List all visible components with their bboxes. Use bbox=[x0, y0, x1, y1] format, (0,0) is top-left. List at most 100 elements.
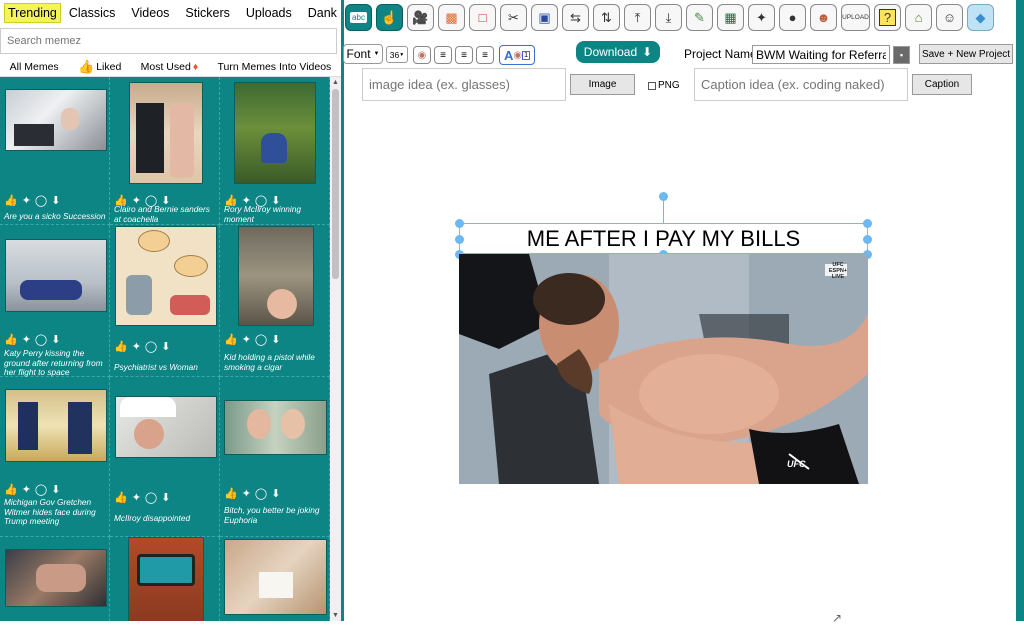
save-new-project-button[interactable]: Save + New Project bbox=[919, 44, 1013, 64]
bring-front-button[interactable]: ⤒ bbox=[624, 4, 651, 31]
character-button[interactable]: ☻ bbox=[810, 4, 837, 31]
like-icon[interactable]: 👍 bbox=[4, 333, 18, 346]
like-icon[interactable]: 👍 bbox=[224, 487, 238, 500]
idea-bulb-icon[interactable]: ◯ bbox=[255, 487, 267, 500]
meme-thumbnail[interactable] bbox=[238, 226, 314, 326]
meme-thumbnail[interactable] bbox=[224, 400, 327, 455]
meme-thumbnail[interactable] bbox=[224, 539, 327, 615]
liked-link[interactable]: 👍 Liked bbox=[78, 59, 121, 75]
tab-uploads[interactable]: Uploads bbox=[238, 4, 300, 22]
magic-wand-button[interactable]: ✦ bbox=[748, 4, 775, 31]
text-style-button[interactable]: A ◉ 1 bbox=[499, 45, 535, 65]
rotate-handle[interactable] bbox=[659, 192, 668, 201]
tab-dank-bank[interactable]: Dank Bank bbox=[300, 4, 341, 22]
meme-card[interactable] bbox=[110, 537, 220, 621]
meme-thumbnail[interactable] bbox=[5, 239, 107, 312]
all-memes-link[interactable]: All Memes bbox=[10, 61, 59, 73]
like-icon[interactable]: 👍 bbox=[4, 194, 18, 207]
meme-thumbnail[interactable] bbox=[115, 226, 217, 326]
font-size-select[interactable]: 36 ▼ bbox=[386, 46, 408, 63]
color-palette-button[interactable]: ◉ bbox=[413, 46, 431, 64]
video-button[interactable]: 🎥 bbox=[407, 4, 434, 31]
meme-card[interactable] bbox=[0, 537, 110, 621]
idea-bulb-icon[interactable]: ◯ bbox=[35, 333, 47, 346]
meme-thumbnail[interactable] bbox=[234, 82, 316, 184]
meme-thumbnail[interactable] bbox=[129, 82, 203, 184]
send-back-button[interactable]: ⤓ bbox=[655, 4, 682, 31]
resize-handle[interactable] bbox=[455, 235, 464, 244]
meme-thumbnail[interactable] bbox=[5, 89, 107, 151]
tab-trending[interactable]: Trending bbox=[4, 3, 61, 23]
idea-bulb-icon[interactable]: ◯ bbox=[145, 340, 157, 353]
meme-card[interactable]: 👍 ✦ ◯ ⬇ Kid holding a pistol while smoking … bbox=[220, 225, 330, 377]
most-used-link[interactable]: Most Used ♦ bbox=[141, 61, 199, 73]
library-scrollbar[interactable]: ▲ ▼ bbox=[330, 77, 341, 621]
image-idea-input[interactable] bbox=[362, 68, 566, 101]
select-tool-button[interactable]: ☝ bbox=[376, 4, 403, 31]
sparkle-icon[interactable]: ✦ bbox=[132, 491, 141, 504]
picture-frame-button[interactable]: ▦ bbox=[717, 4, 744, 31]
download-button[interactable]: Download ⬇ bbox=[576, 41, 660, 63]
resize-handle[interactable] bbox=[863, 219, 872, 228]
sparkle-icon[interactable]: ✦ bbox=[242, 333, 251, 346]
png-checkbox[interactable] bbox=[648, 81, 656, 90]
help-button[interactable]: ? bbox=[874, 4, 901, 31]
tab-classics[interactable]: Classics bbox=[61, 4, 124, 22]
align-right-button[interactable]: ≡ bbox=[476, 46, 494, 64]
download-icon[interactable]: ⬇ bbox=[51, 483, 60, 496]
meme-image[interactable]: UFC ESPN+ LIVE UFC bbox=[459, 254, 868, 484]
resize-handle[interactable] bbox=[455, 219, 464, 228]
tab-videos[interactable]: Videos bbox=[123, 4, 177, 22]
resize-handle[interactable] bbox=[863, 235, 872, 244]
turn-into-videos-link[interactable]: Turn Memes Into Videos bbox=[218, 61, 332, 73]
meme-card[interactable]: 👍 ✦ ◯ ⬇ Michigan Gov Gretchen Witmer hides … bbox=[0, 377, 110, 537]
scroll-up-icon[interactable]: ▲ bbox=[330, 79, 341, 86]
sparkle-icon[interactable]: ✦ bbox=[242, 487, 251, 500]
cutout-button[interactable]: ✂ bbox=[500, 4, 527, 31]
upload-button[interactable]: UPLOAD bbox=[841, 4, 870, 31]
crop-button[interactable]: □ bbox=[469, 4, 496, 31]
download-icon[interactable]: ⬇ bbox=[271, 487, 280, 500]
font-select[interactable]: Font ▼ bbox=[343, 44, 383, 64]
meme-card[interactable] bbox=[220, 537, 330, 621]
download-icon[interactable]: ⬇ bbox=[161, 340, 170, 353]
eraser-button[interactable]: ◆ bbox=[967, 4, 994, 31]
caption-idea-input[interactable] bbox=[694, 68, 908, 101]
save-button[interactable]: ▪ bbox=[893, 46, 910, 64]
meme-canvas[interactable]: ME AFTER I PAY MY BILLS UFC ESPN+ LIVE U… bbox=[455, 192, 872, 484]
home-button[interactable]: ⌂ bbox=[905, 4, 932, 31]
like-icon[interactable]: 👍 bbox=[224, 333, 238, 346]
align-center-button[interactable]: ≡ bbox=[455, 46, 473, 64]
align-left-button[interactable]: ≡ bbox=[434, 46, 452, 64]
meme-card[interactable]: 👍 ✦ ◯ ⬇ Rory McIlroy winning moment bbox=[220, 77, 330, 225]
frame-button[interactable]: ▣ bbox=[531, 4, 558, 31]
caption-generate-button[interactable]: Caption bbox=[912, 74, 972, 95]
meme-thumbnail[interactable] bbox=[5, 549, 107, 607]
like-icon[interactable]: 👍 bbox=[4, 483, 18, 496]
idea-bulb-icon[interactable]: ◯ bbox=[145, 491, 157, 504]
meme-card[interactable]: 👍 ✦ ◯ ⬇ McIlroy disappointed bbox=[110, 377, 220, 537]
image-generate-button[interactable]: Image bbox=[570, 74, 635, 95]
sparkle-icon[interactable]: ✦ bbox=[22, 483, 31, 496]
flip-vertical-button[interactable]: ⇅ bbox=[593, 4, 620, 31]
like-icon[interactable]: 👍 bbox=[114, 491, 128, 504]
download-icon[interactable]: ⬇ bbox=[271, 333, 280, 346]
meme-thumbnail[interactable] bbox=[128, 537, 204, 621]
flip-horizontal-button[interactable]: ⇆ bbox=[562, 4, 589, 31]
idea-bulb-icon[interactable]: ◯ bbox=[35, 194, 47, 207]
meme-card[interactable]: 👍 ✦ ◯ ⬇ Clairo and Bernie sanders at coache… bbox=[110, 77, 220, 225]
meme-thumbnail[interactable] bbox=[115, 396, 217, 458]
meme-card[interactable]: 👍 ✦ ◯ ⬇ Psychiatrist vs Woman bbox=[110, 225, 220, 377]
paint-button[interactable]: ✎ bbox=[686, 4, 713, 31]
sparkle-icon[interactable]: ✦ bbox=[132, 340, 141, 353]
search-input[interactable] bbox=[0, 28, 337, 54]
sticker-button[interactable]: ● bbox=[779, 4, 806, 31]
download-icon[interactable]: ⬇ bbox=[51, 333, 60, 346]
idea-bulb-icon[interactable]: ◯ bbox=[255, 333, 267, 346]
image-search-button[interactable]: ▩ bbox=[438, 4, 465, 31]
tab-stickers[interactable]: Stickers bbox=[177, 4, 237, 22]
add-text-button[interactable]: abc bbox=[345, 4, 372, 31]
download-icon[interactable]: ⬇ bbox=[51, 194, 60, 207]
scrollbar-thumb[interactable] bbox=[332, 89, 339, 279]
sparkle-icon[interactable]: ✦ bbox=[22, 333, 31, 346]
